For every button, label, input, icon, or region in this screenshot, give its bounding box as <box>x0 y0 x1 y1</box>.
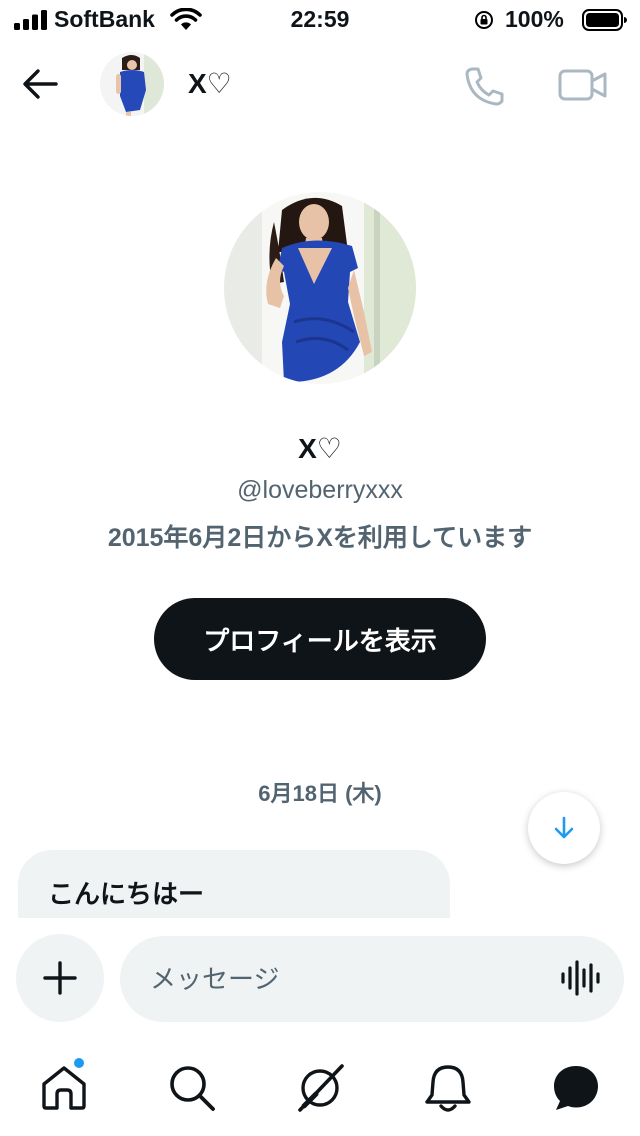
bell-icon[interactable] <box>422 1062 474 1114</box>
view-profile-button[interactable]: プロフィールを表示 <box>154 598 486 680</box>
orientation-lock-icon <box>475 11 493 29</box>
message-input[interactable] <box>150 936 540 1022</box>
battery-percent: 100% <box>505 6 564 32</box>
video-icon[interactable] <box>558 66 608 104</box>
profile-joined-date: 2015年6月2日からXを利用しています <box>107 524 533 552</box>
add-attachment-button[interactable] <box>16 934 104 1022</box>
profile-name: X♡ <box>298 433 342 464</box>
message-input-container <box>120 936 624 1022</box>
message-composer <box>0 918 640 1038</box>
header-avatar[interactable] <box>100 52 164 116</box>
notification-dot <box>72 1056 86 1070</box>
phone-icon[interactable] <box>462 64 506 108</box>
bottom-navigation <box>0 1040 640 1136</box>
profile-avatar[interactable] <box>224 192 416 384</box>
home-icon[interactable] <box>38 1062 90 1114</box>
scroll-to-bottom-button[interactable] <box>528 792 600 864</box>
plus-icon <box>43 961 77 995</box>
header-name[interactable]: X♡ <box>188 67 232 100</box>
message-text: こんにちはー <box>48 879 205 909</box>
voice-icon[interactable] <box>560 958 600 998</box>
back-arrow-icon[interactable] <box>20 64 60 104</box>
search-icon[interactable] <box>166 1062 218 1114</box>
grok-icon[interactable] <box>294 1062 346 1114</box>
messages-icon[interactable] <box>550 1062 602 1114</box>
profile-handle: @loveberryxxx <box>237 476 403 504</box>
battery-icon <box>582 9 627 31</box>
arrow-down-icon <box>554 816 574 839</box>
status-bar: SoftBank 22:59 100% <box>0 0 640 40</box>
conversation-header: X♡ <box>0 40 640 130</box>
message-bubble[interactable]: こんにちはー <box>18 850 450 918</box>
